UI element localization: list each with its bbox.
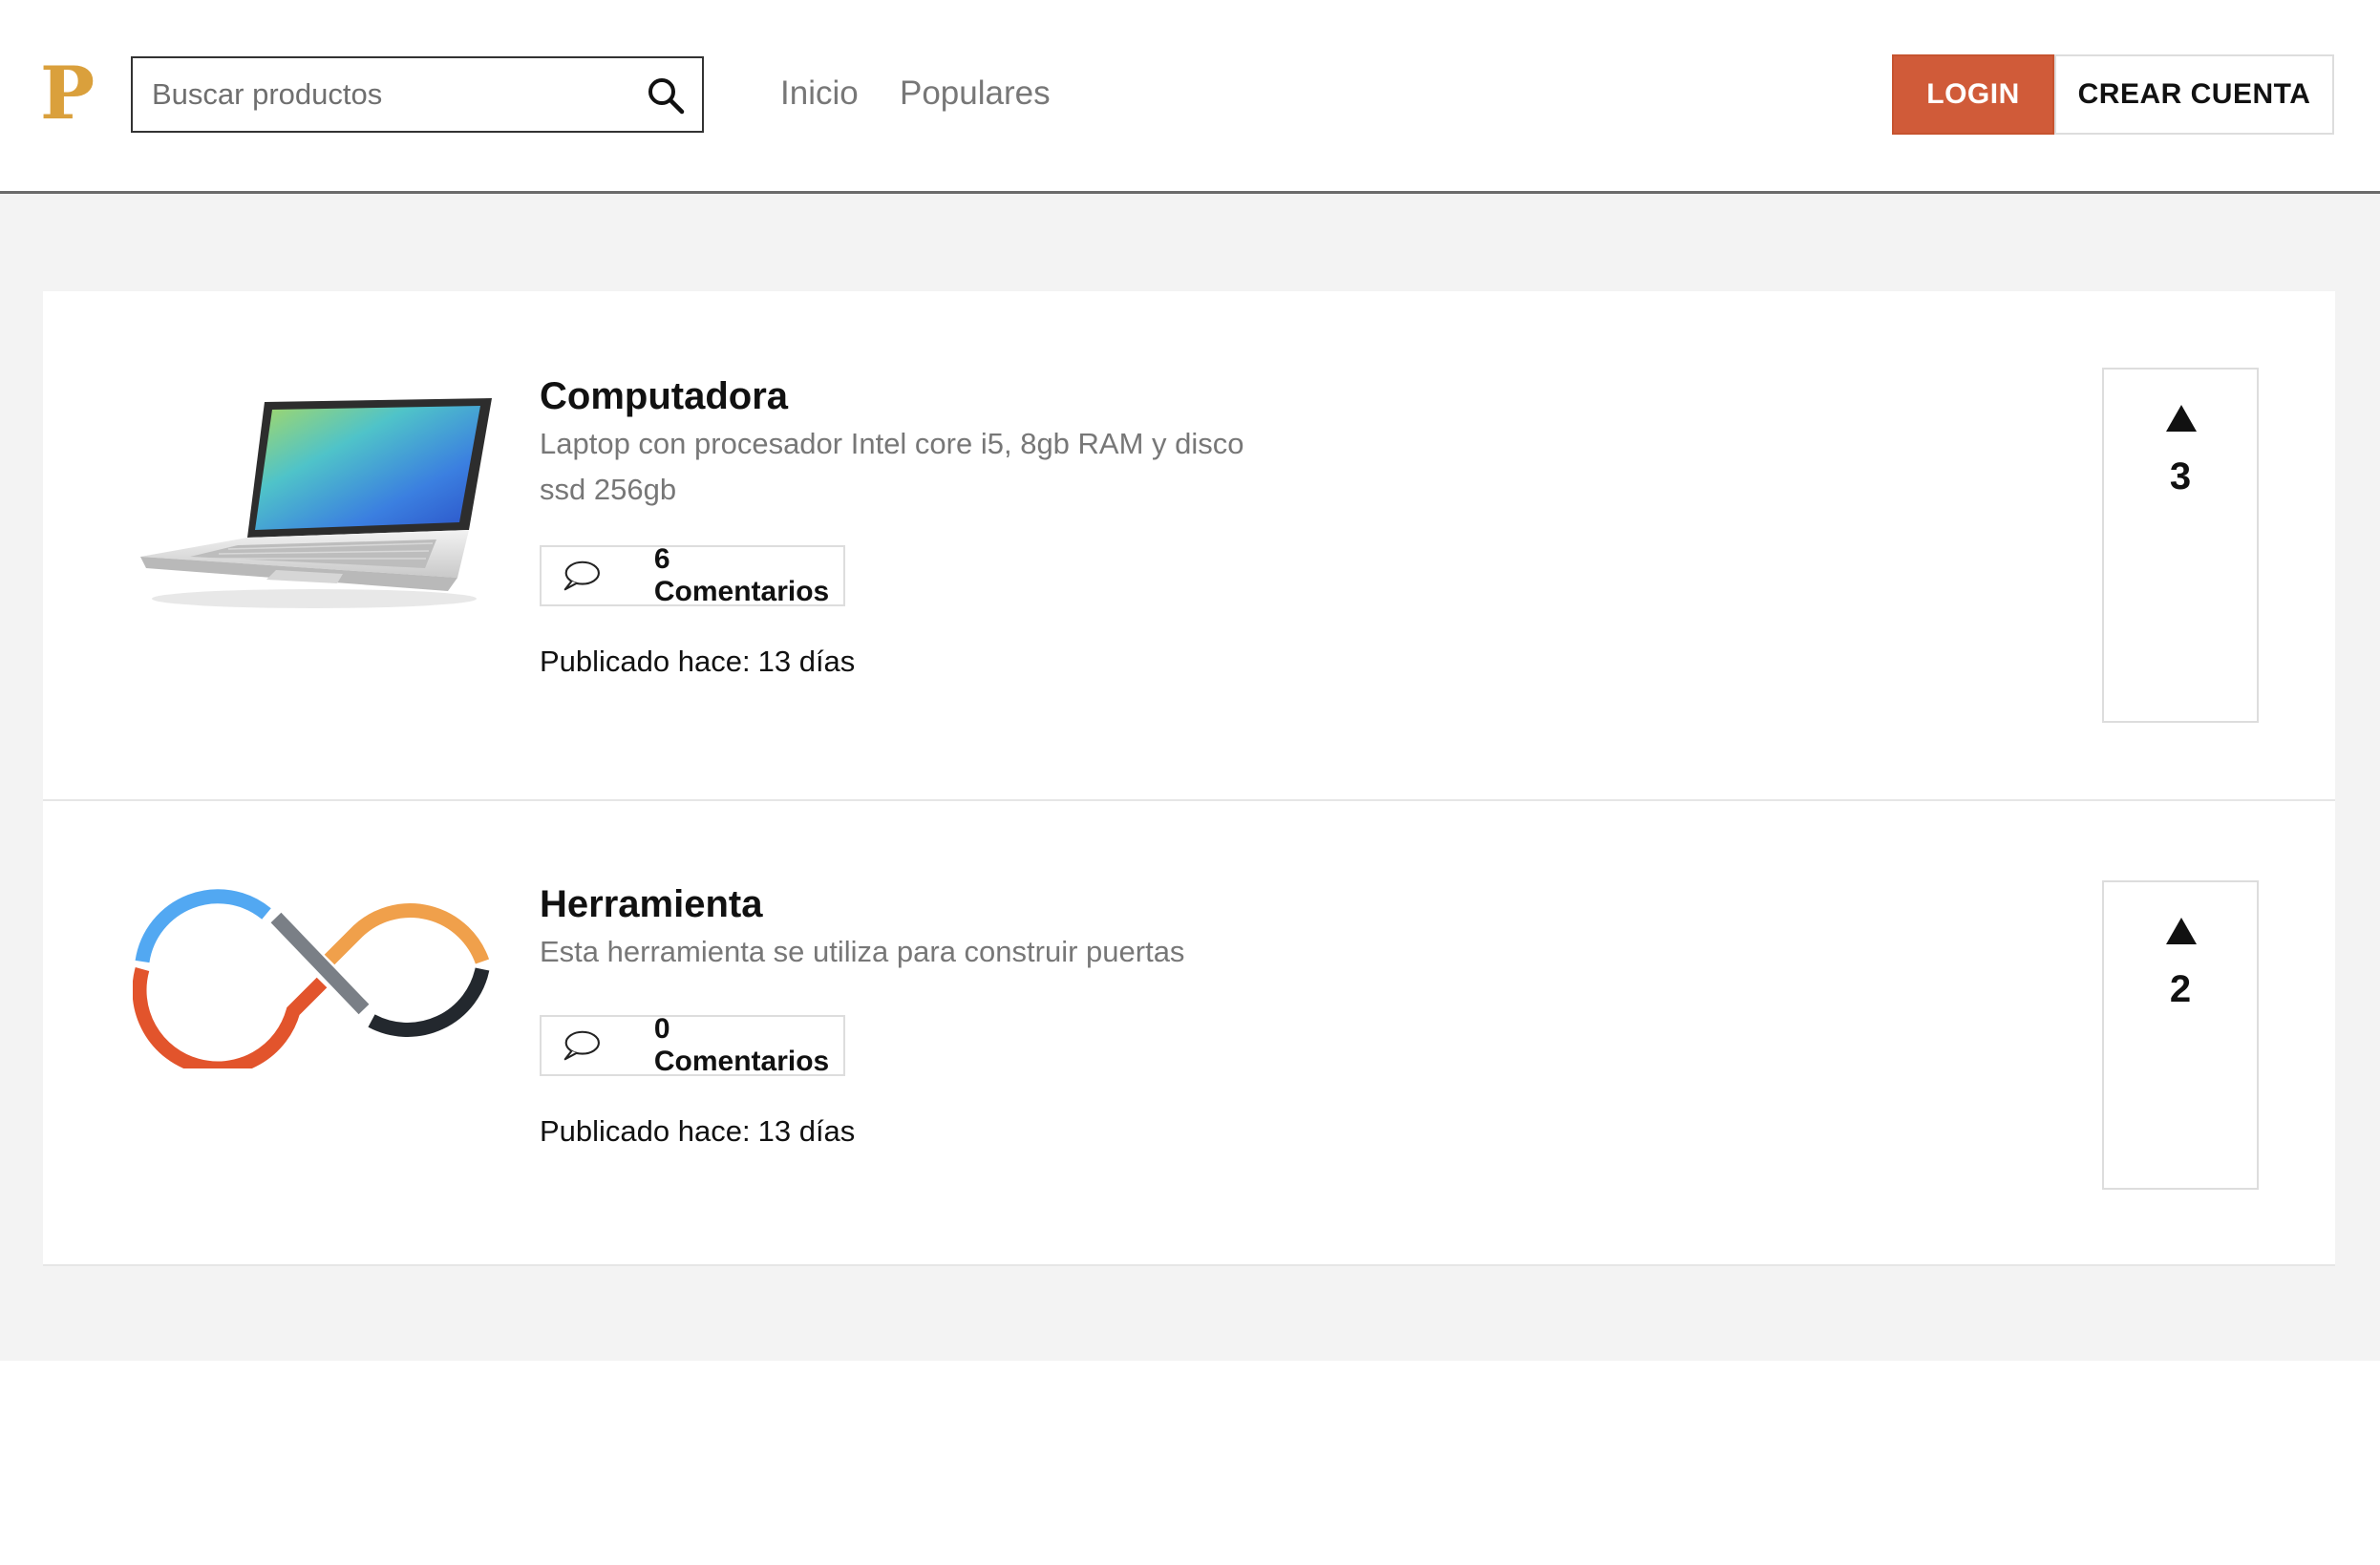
top-header: P Inicio Populares LOGIN CREAR CUENTA	[0, 0, 2380, 194]
create-account-button[interactable]: CREAR CUENTA	[2054, 54, 2334, 135]
vote-count: 3	[2169, 455, 2192, 497]
laptop-image[interactable]	[133, 387, 492, 616]
product-item: Herramienta Esta herramienta se utiliza …	[43, 801, 2335, 1266]
nav-link-inicio[interactable]: Inicio	[780, 73, 859, 115]
comment-bubble-icon	[563, 1030, 600, 1061]
site-logo[interactable]: P	[40, 55, 95, 132]
published-info: Publicado hace: 13 días	[540, 1110, 1265, 1153]
product-info: Computadora Laptop con procesador Intel …	[540, 371, 1265, 683]
product-description: Esta herramienta se utiliza para constru…	[540, 935, 1185, 968]
upvote-triangle-icon	[2166, 405, 2197, 432]
published-info: Publicado hace: 13 días	[540, 641, 1265, 683]
vote-count: 2	[2169, 968, 2192, 1010]
comment-bubble-icon	[563, 560, 600, 591]
login-button[interactable]: LOGIN	[1892, 54, 2054, 135]
search-box	[131, 56, 704, 133]
published-label: Publicado hace:	[540, 1114, 751, 1148]
published-value: 13 días	[757, 645, 856, 678]
product-description: Laptop con procesador Intel core i5, 8gb…	[540, 427, 1244, 506]
product-info: Herramienta Esta herramienta se utiliza …	[540, 879, 1265, 1153]
vote-button[interactable]: 2	[2102, 880, 2259, 1190]
comments-count: 6 Comentarios	[653, 543, 830, 607]
search-input[interactable]	[133, 58, 629, 131]
infinity-logo-image[interactable]	[133, 878, 492, 1068]
comments-button[interactable]: 0 Comentarios	[540, 1013, 845, 1077]
nav-link-populares[interactable]: Populares	[900, 73, 1051, 115]
vote-button[interactable]: 3	[2102, 368, 2259, 723]
product-list: Computadora Laptop con procesador Intel …	[43, 291, 2335, 1266]
upvote-triangle-icon	[2166, 918, 2197, 944]
product-title[interactable]: Herramienta	[540, 879, 1265, 929]
comments-button[interactable]: 6 Comentarios	[540, 543, 845, 607]
comments-count: 0 Comentarios	[653, 1013, 830, 1077]
published-label: Publicado hace:	[540, 645, 751, 678]
search-icon[interactable]	[647, 76, 685, 115]
product-item: Computadora Laptop con procesador Intel …	[43, 291, 2335, 801]
product-title[interactable]: Computadora	[540, 371, 1265, 421]
published-value: 13 días	[757, 1114, 856, 1148]
